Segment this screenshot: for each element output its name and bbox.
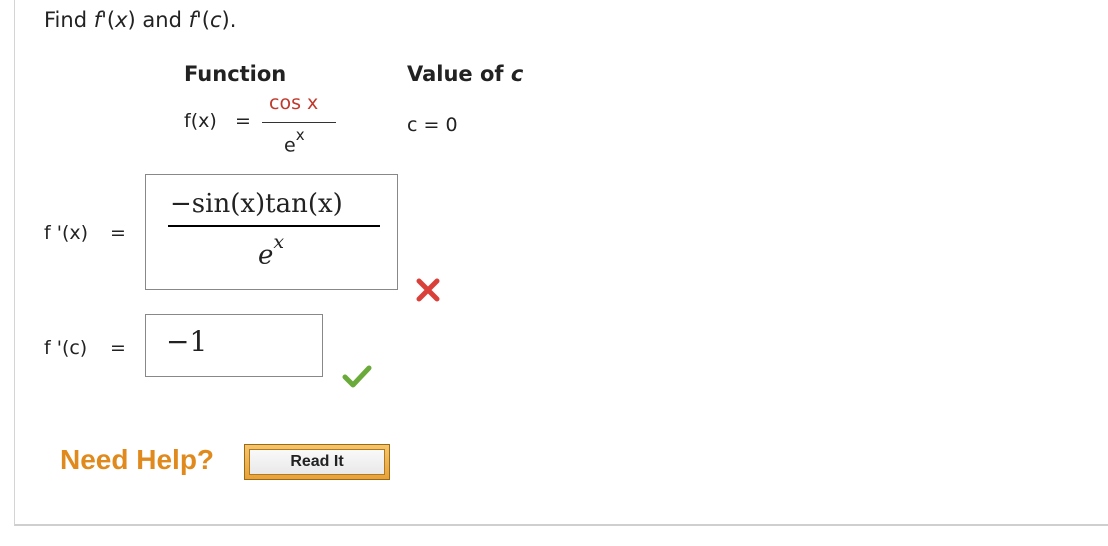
function-numerator: cos x: [269, 92, 319, 114]
fprime-x-fraction-bar: [168, 225, 380, 227]
fprime-c-answer-box[interactable]: −1: [145, 314, 323, 377]
prompt-x: x: [115, 8, 128, 32]
prompt-text: Find: [44, 8, 94, 32]
value-of-c-header: Value of c: [407, 62, 523, 86]
c-value: c = 0: [407, 114, 458, 136]
fprime-c-label: f '(c): [44, 337, 88, 359]
fprime-x-equals: =: [110, 222, 126, 244]
need-help-label: Need Help?: [60, 444, 215, 475]
value-of-label: Value of: [407, 62, 511, 86]
denominator-exponent: x: [295, 126, 305, 144]
read-it-button-face: Read It: [249, 449, 385, 475]
function-header: Function: [184, 62, 287, 86]
question-prompt: Find f'(x) and f'(c).: [44, 8, 236, 32]
fprime-x-den-base: e: [258, 240, 274, 271]
fprime-x-den-exp: x: [273, 231, 285, 253]
cross-icon: [416, 278, 440, 302]
fprime-c-equals: =: [110, 337, 126, 359]
fprime-c-value: −1: [166, 325, 208, 358]
prompt-f: f: [93, 8, 102, 32]
read-it-button[interactable]: Read It: [244, 444, 390, 480]
prompt-paren: '(: [101, 8, 116, 32]
prompt-paren-close2: ).: [221, 8, 237, 32]
function-lhs: f(x): [184, 110, 217, 132]
c-label: c: [510, 62, 524, 86]
fprime-x-numerator: −sin(x)tan(x): [170, 189, 343, 219]
function-equals: =: [235, 110, 251, 132]
function-fraction-bar: [262, 122, 336, 123]
prompt-paren-close: ): [127, 8, 136, 32]
function-denominator: ex: [284, 126, 305, 157]
fprime-x-denominator: ex: [258, 231, 284, 271]
prompt-f2: f: [188, 8, 196, 32]
prompt-paren2: '(: [195, 8, 210, 32]
prompt-and: and: [135, 8, 189, 32]
denominator-base: e: [284, 134, 296, 157]
fprime-x-answer-box[interactable]: −sin(x)tan(x) ex: [145, 174, 398, 290]
check-icon: [342, 365, 372, 388]
prompt-c: c: [209, 8, 222, 32]
fprime-x-label: f '(x): [44, 222, 89, 244]
